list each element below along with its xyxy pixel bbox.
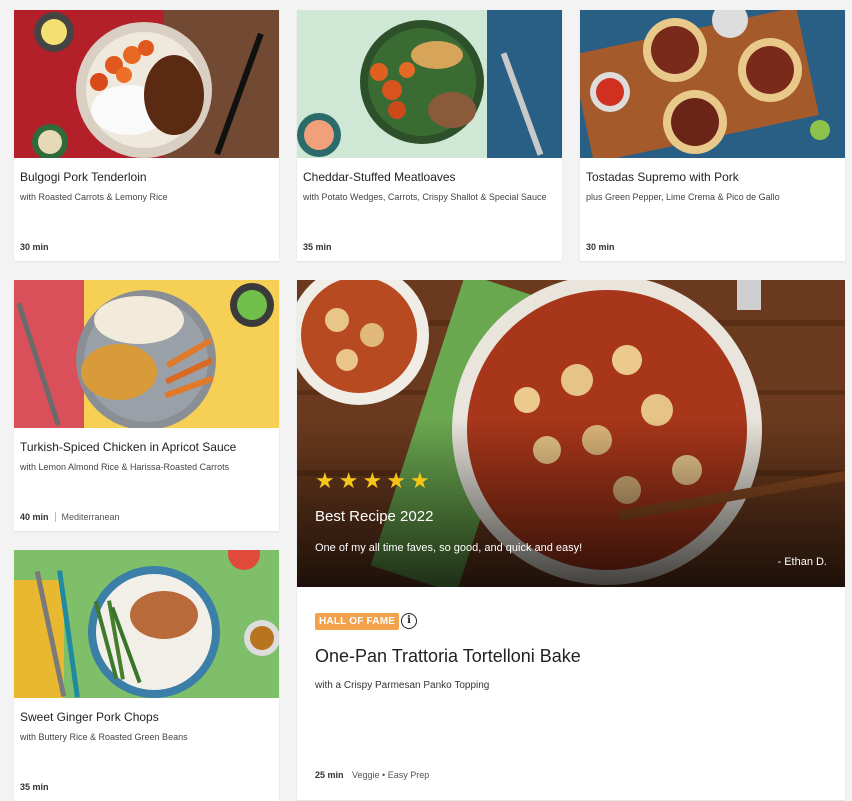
recipe-subtitle: with Buttery Rice & Roasted Green Beans [20,732,188,742]
recipe-meta: 30 min [20,242,49,252]
recipe-subtitle: with a Crispy Parmesan Panko Topping [315,680,490,691]
recipe-title: Bulgogi Pork Tenderloin [20,170,147,184]
recipe-subtitle: plus Green Pepper, Lime Crema & Pico de … [586,192,780,202]
recipe-meta: 40 min Mediterranean [20,512,120,522]
cook-time: 35 min [20,782,49,792]
recipe-card[interactable]: Cheddar-Stuffed Meatloaves with Potato W… [297,10,562,261]
review-author: - Ethan D. [777,556,827,568]
recipe-card[interactable]: Sweet Ginger Pork Chops with Buttery Ric… [14,550,279,801]
recipe-tags: Veggie • Easy Prep [352,770,430,780]
cook-time: 30 min [20,242,49,252]
star-icon: ★ [315,468,335,493]
recipe-title: Tostadas Supremo with Pork [586,170,739,184]
recipe-meta: 25 min Veggie • Easy Prep [315,770,429,780]
star-icon: ★ [362,468,383,493]
cuisine-tag: Mediterranean [61,512,120,522]
divider [54,512,56,522]
cook-time: 35 min [303,242,332,252]
star-icon: ★ [409,468,430,493]
award-title: Best Recipe 2022 [315,508,434,525]
rating-stars: ★ ★ ★ ★ ★ [315,470,430,492]
cook-time: 40 min [20,512,49,522]
recipe-meta: 35 min [20,782,49,792]
review-quote: One of my all time faves, so good, and q… [315,542,583,554]
recipe-image [297,10,562,158]
recipe-title: Turkish-Spiced Chicken in Apricot Sauce [20,440,237,454]
hall-of-fame-badge: HALL OF FAME [315,613,400,630]
recipe-image [14,10,279,158]
featured-recipe-card[interactable]: ★ ★ ★ ★ ★ Best Recipe 2022 One of my all… [297,280,845,800]
cook-time: 30 min [586,242,615,252]
recipe-card[interactable]: Bulgogi Pork Tenderloin with Roasted Car… [14,10,279,261]
recipe-image [580,10,845,158]
recipe-subtitle: with Potato Wedges, Carrots, Crispy Shal… [303,192,547,202]
star-icon: ★ [386,468,406,493]
recipe-subtitle: with Lemon Almond Rice & Harissa-Roasted… [20,462,230,472]
recipe-card[interactable]: Turkish-Spiced Chicken in Apricot Sauce … [14,280,279,531]
recipe-title: Sweet Ginger Pork Chops [20,710,159,724]
recipe-subtitle: with Roasted Carrots & Lemony Rice [20,192,168,202]
hero-overlay [297,280,845,587]
recipe-image [14,550,279,698]
recipe-card[interactable]: Tostadas Supremo with Pork plus Green Pe… [580,10,845,261]
recipe-image [14,280,279,428]
star-icon: ★ [338,468,359,493]
recipe-meta: 30 min [586,242,615,252]
cook-time: 25 min [315,770,344,780]
recipe-meta: 35 min [303,242,332,252]
recipe-title: Cheddar-Stuffed Meatloaves [303,170,456,184]
recipe-title: One-Pan Trattoria Tortelloni Bake [315,646,581,666]
info-icon[interactable]: i [401,613,417,629]
